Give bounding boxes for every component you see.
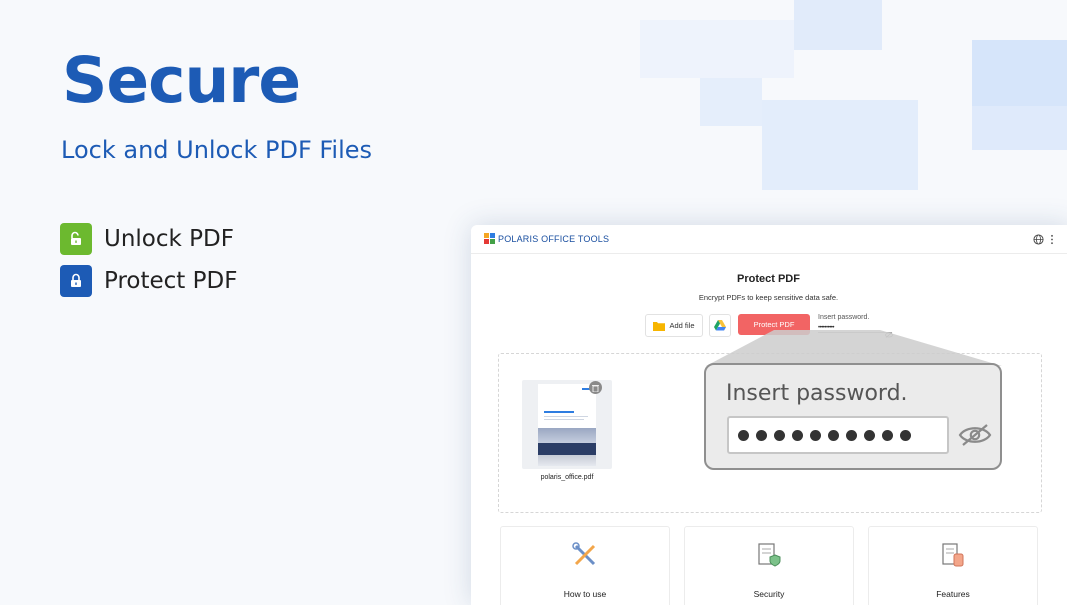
password-input[interactable]: ••••••••••: [818, 325, 892, 333]
more-vertical-icon[interactable]: [1050, 232, 1054, 250]
feature-label: Protect PDF: [104, 268, 238, 294]
globe-icon[interactable]: [1033, 232, 1044, 250]
password-dot: [882, 429, 893, 441]
tools-icon: [571, 541, 599, 574]
unlock-icon: [60, 223, 92, 255]
feature-unlock-pdf: Unlock PDF: [60, 223, 234, 255]
logo[interactable]: POLARIS OFFICE TOOLS: [484, 233, 609, 244]
password-label: Insert password.: [818, 314, 870, 321]
page-title: Protect PDF: [737, 273, 800, 285]
pdf-page-preview: [538, 384, 596, 466]
hero-title: Secure: [62, 44, 301, 117]
feature-protect-pdf: Protect PDF: [60, 265, 237, 297]
document-shield-icon: [755, 541, 783, 574]
document-touch-icon: [939, 541, 967, 574]
eye-off-icon[interactable]: [885, 325, 893, 343]
page-description: Encrypt PDFs to keep sensitive data safe…: [698, 293, 839, 302]
lock-icon: [60, 265, 92, 297]
google-drive-icon: [714, 320, 726, 331]
background-decoration: [972, 40, 1067, 106]
logo-text: POLARIS OFFICE TOOLS: [498, 233, 610, 244]
delete-file-button[interactable]: [589, 381, 602, 394]
password-dot: [738, 429, 749, 441]
background-decoration: [794, 0, 882, 50]
password-dot: [864, 429, 875, 441]
card-label: Features: [936, 589, 970, 599]
background-decoration: [640, 20, 794, 78]
folder-icon: [653, 321, 666, 331]
card-label: Security: [753, 589, 785, 599]
hero-subtitle: Lock and Unlock PDF Files: [61, 136, 373, 164]
background-decoration: [700, 78, 762, 126]
password-dot: [774, 429, 785, 441]
card-how-to-use[interactable]: How to use: [500, 526, 670, 605]
password-dot: [828, 429, 839, 441]
callout-password-input[interactable]: [727, 416, 949, 454]
password-zoom-callout: Insert password.: [704, 363, 1002, 470]
card-label: How to use: [563, 589, 607, 599]
password-dot: [810, 429, 821, 441]
password-dot: [846, 429, 857, 441]
callout-password-label: Insert password.: [726, 381, 908, 406]
app-header: POLARIS OFFICE TOOLS: [471, 225, 1067, 254]
password-dot: [792, 429, 803, 441]
background-decoration: [762, 100, 918, 190]
file-name: polaris_office.pdf: [540, 474, 594, 481]
background-decoration: [972, 106, 1067, 150]
file-thumbnail[interactable]: [522, 380, 612, 469]
password-dot: [900, 429, 911, 441]
card-features[interactable]: Features: [868, 526, 1038, 605]
password-dot: [756, 429, 767, 441]
add-file-label: Add file: [669, 321, 695, 330]
card-security[interactable]: Security: [684, 526, 854, 605]
logo-icon: [484, 233, 495, 244]
protect-pdf-button[interactable]: Protect PDF: [738, 314, 810, 335]
add-file-button[interactable]: Add file: [645, 314, 703, 337]
google-drive-button[interactable]: [709, 314, 731, 337]
feature-label: Unlock PDF: [104, 226, 234, 252]
eye-off-icon[interactable]: [958, 422, 992, 453]
trash-icon: [592, 384, 599, 392]
